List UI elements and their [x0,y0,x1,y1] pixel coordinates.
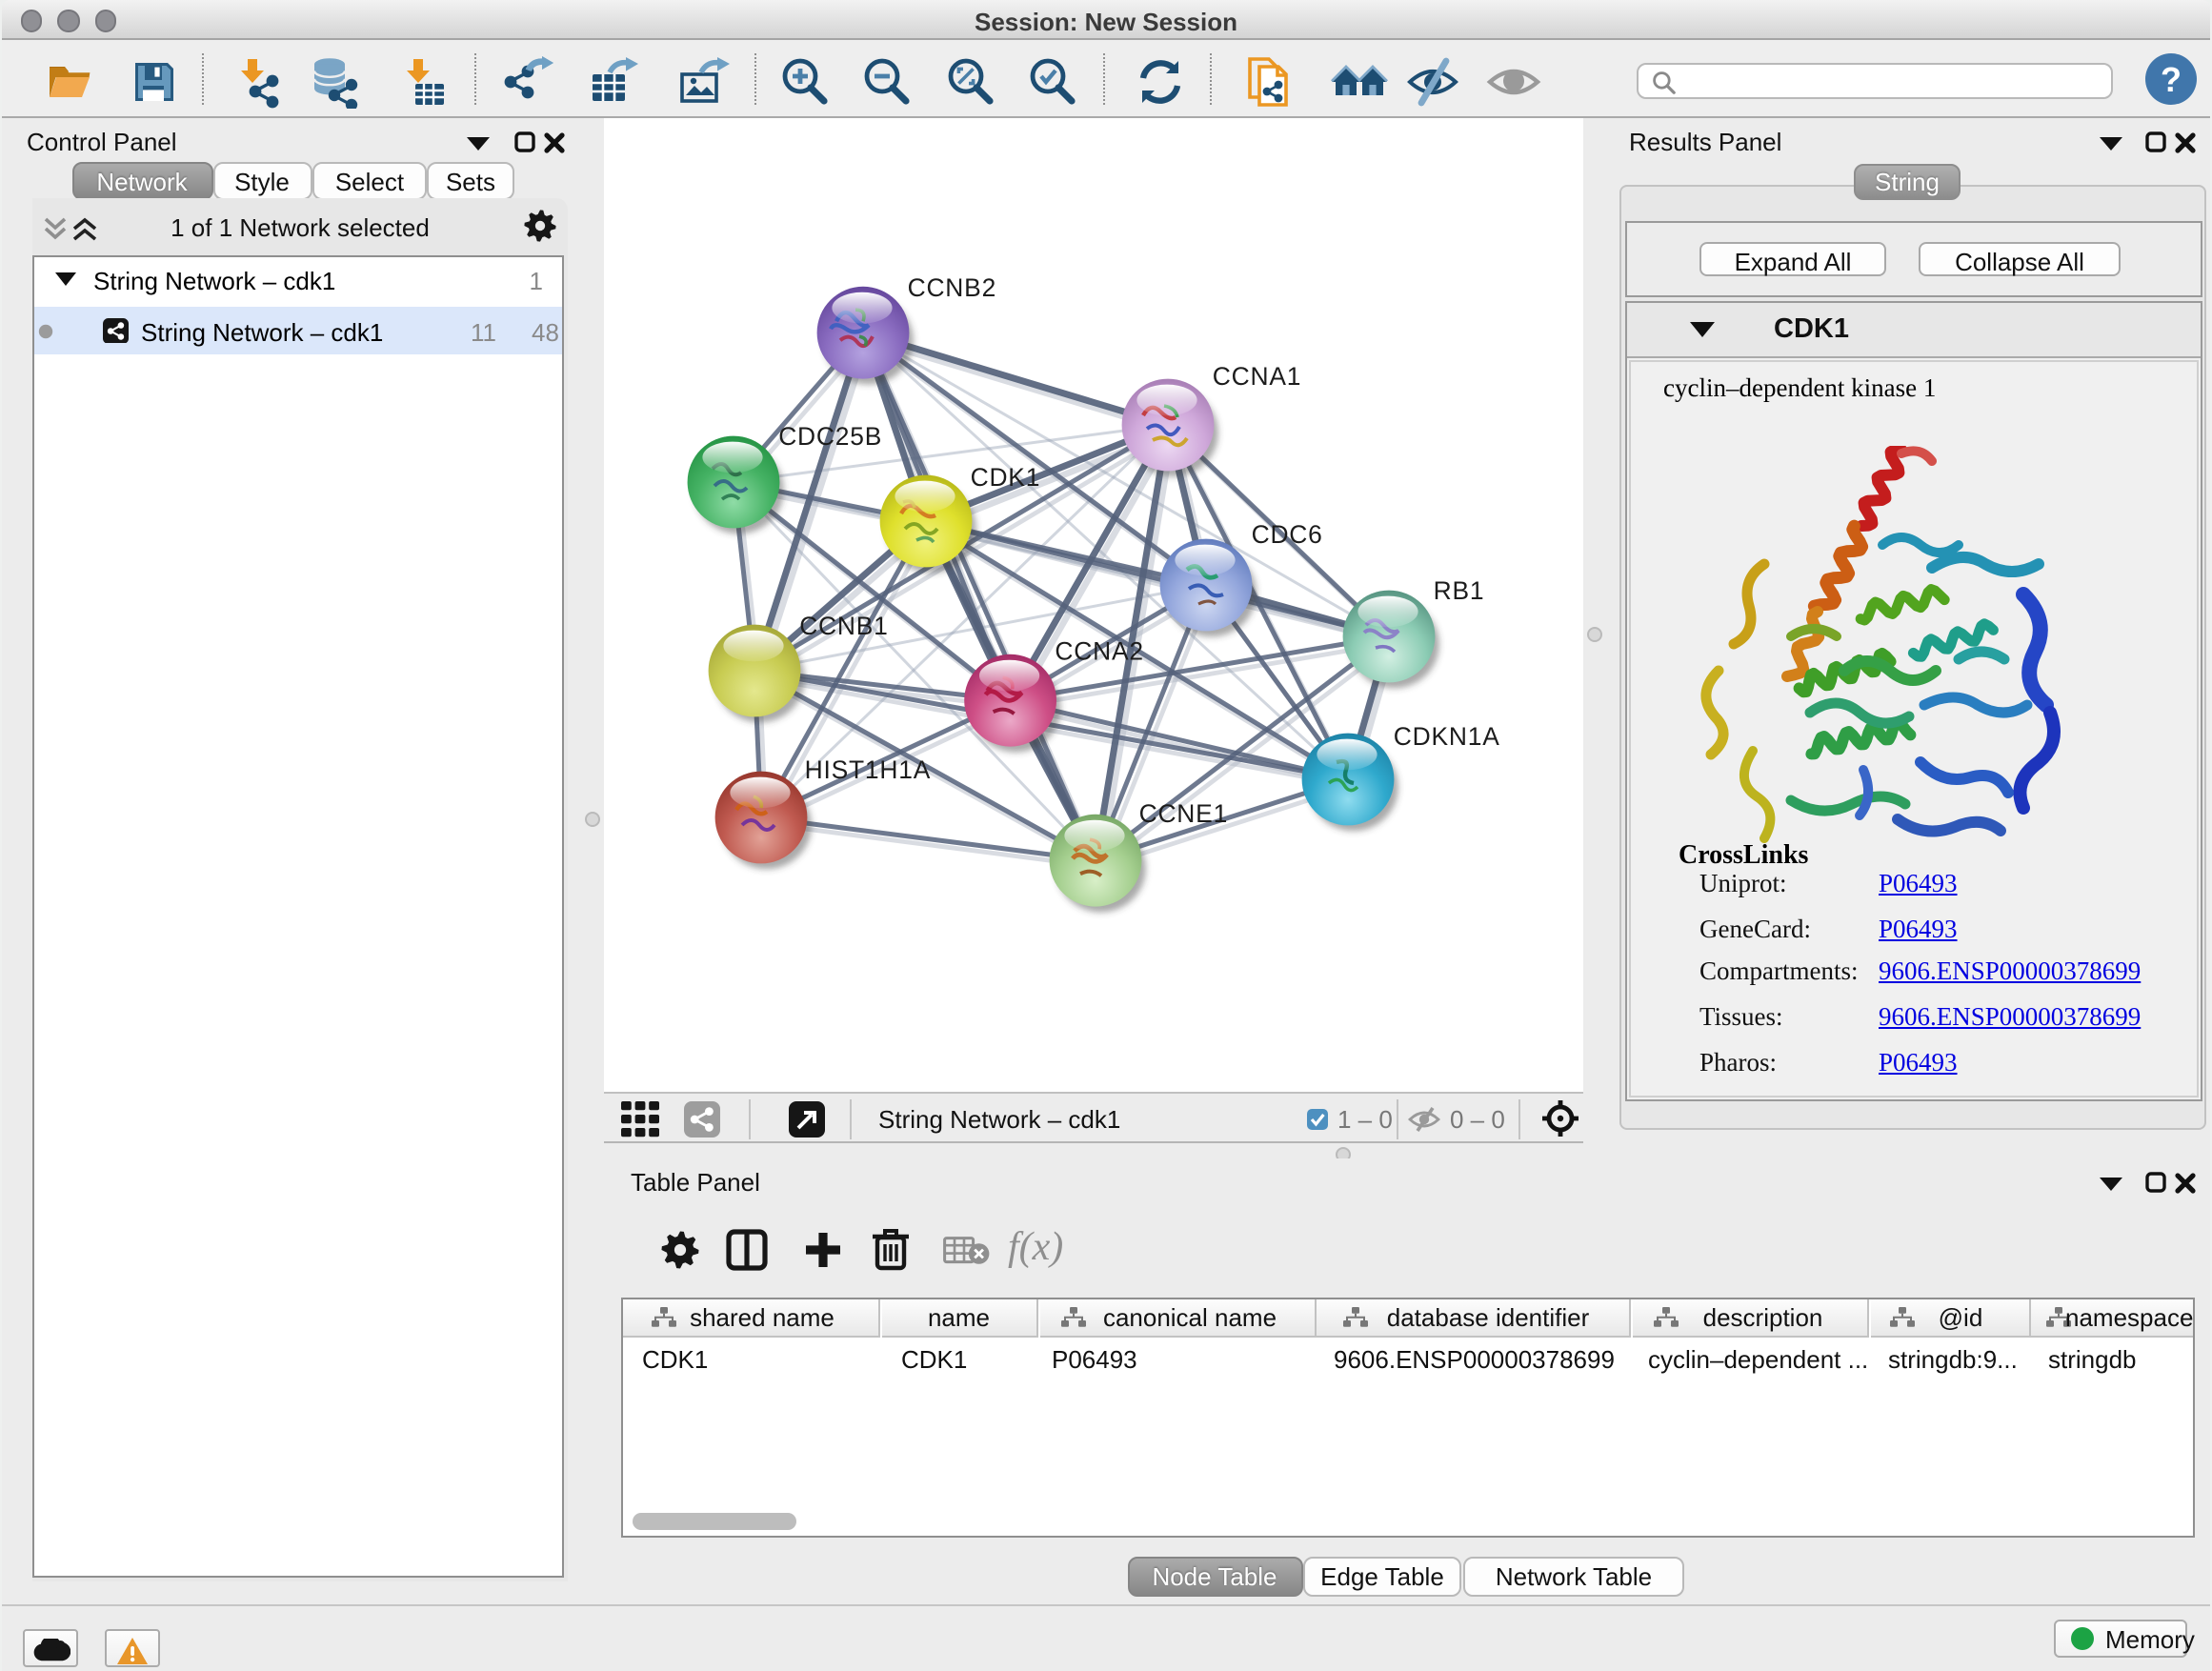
svg-text:CDC6: CDC6 [1252,520,1323,549]
svg-text:RB1: RB1 [1434,576,1485,605]
svg-text:CDK1: CDK1 [971,463,1041,492]
svg-text:CDKN1A: CDKN1A [1394,722,1500,751]
svg-text:CCNB2: CCNB2 [908,273,996,302]
svg-text:CDC25B: CDC25B [778,422,882,451]
svg-text:HIST1H1A: HIST1H1A [805,755,932,784]
svg-text:?: ? [2161,60,2182,99]
svg-text:CCNE1: CCNE1 [1139,799,1228,828]
svg-text:CCNA2: CCNA2 [1055,636,1143,665]
svg-text:CCNB1: CCNB1 [799,612,888,640]
svg-text:CCNA1: CCNA1 [1213,362,1301,391]
